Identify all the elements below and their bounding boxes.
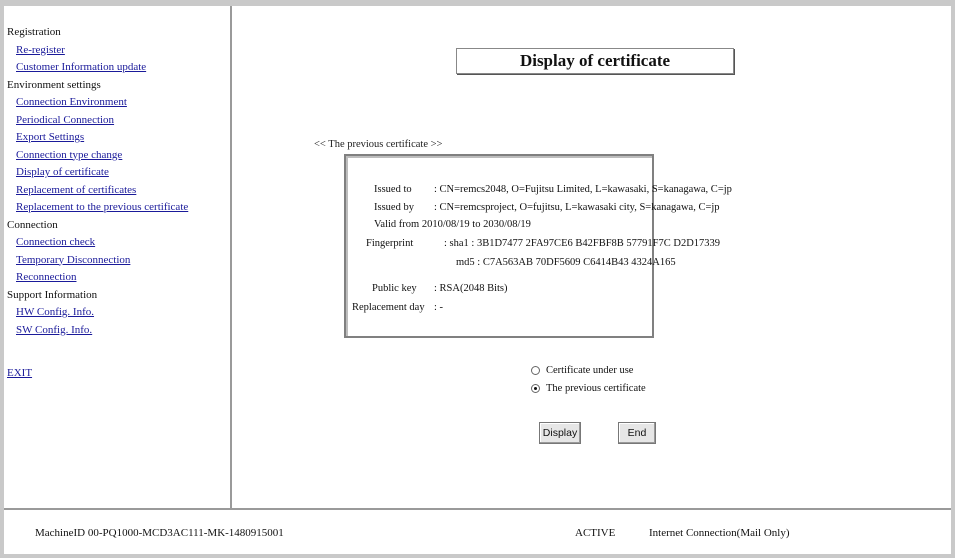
- sidebar-link-temporary-disconnection[interactable]: Temporary Disconnection: [4, 252, 230, 270]
- public-key-value: : RSA(2048 Bits): [434, 283, 508, 294]
- option-certificate-under-use-label: Certificate under use: [546, 365, 634, 376]
- sidebar-link-export-settings[interactable]: Export Settings: [4, 129, 230, 147]
- connection-type: Internet Connection(Mail Only): [649, 527, 790, 539]
- replacement-day-label: Replacement day: [352, 302, 425, 313]
- fingerprint-label: Fingerprint: [366, 238, 414, 249]
- sidebar-link-exit[interactable]: EXIT: [4, 365, 230, 383]
- fingerprint-sha1: : sha1 : 3B1D7477 2FA97CE6 B42FBF8B 5779…: [444, 238, 721, 249]
- issued-by-value: : CN=remcsproject, O=fujitsu, L=kawasaki…: [434, 202, 720, 213]
- issued-to-value: : CN=remcs2048, O=Fujitsu Limited, L=kaw…: [434, 184, 732, 195]
- sidebar-link-display-of-certificate[interactable]: Display of certificate: [4, 164, 230, 182]
- sidebar-link-connection-type-change[interactable]: Connection type change: [4, 147, 230, 165]
- sidebar-link-re-register[interactable]: Re-register: [4, 42, 230, 60]
- option-certificate-under-use[interactable]: Certificate under use: [531, 365, 633, 376]
- sidebar-link-connection-check[interactable]: Connection check: [4, 234, 230, 252]
- sidebar-link-customer-info-update[interactable]: Customer Information update: [4, 59, 230, 77]
- sidebar-section-environment-settings: Environment settings: [7, 78, 101, 91]
- sidebar-link-replacement-previous-certificate[interactable]: Replacement to the previous certificate: [4, 199, 230, 217]
- fingerprint-md5: md5 : C7A563AB 70DF5609 C6414B43 4324A16…: [456, 257, 676, 268]
- issued-to-label: Issued to: [374, 184, 412, 195]
- sidebar-section-support-information: Support Information: [7, 288, 98, 301]
- radio-under-use[interactable]: [531, 366, 540, 375]
- issued-by-label: Issued by: [374, 202, 414, 213]
- end-button[interactable]: End: [618, 422, 656, 444]
- sidebar-link-hw-config-info[interactable]: HW Config. Info.: [4, 304, 230, 322]
- main-panel: Display of certificate << The previous c…: [234, 6, 951, 508]
- replacement-day-value: : -: [434, 302, 444, 313]
- display-button[interactable]: Display: [539, 422, 581, 444]
- option-previous-certificate-label: The previous certificate: [546, 383, 646, 394]
- valid-period: Valid from 2010/08/19 to 2030/08/19: [374, 219, 531, 230]
- previous-certificate-nav: << The previous certificate >>: [314, 139, 443, 150]
- sidebar-section-connection: Connection: [7, 218, 58, 231]
- sidebar-link-periodical-connection[interactable]: Periodical Connection: [4, 112, 230, 130]
- public-key-label: Public key: [372, 283, 417, 294]
- radio-previous-selected[interactable]: [531, 384, 540, 393]
- sidebar-link-connection-environment[interactable]: Connection Environment: [4, 94, 230, 112]
- machine-id: MachineID 00-PQ1000-MCD3AC111-MK-1480915…: [35, 527, 284, 539]
- page-title: Display of certificate: [456, 48, 734, 74]
- sidebar-link-reconnection[interactable]: Reconnection: [4, 269, 230, 287]
- app-window: Registration Re-register Customer Inform…: [4, 6, 951, 554]
- certificate-details-box: Issued to : CN=remcs2048, O=Fujitsu Limi…: [344, 154, 732, 338]
- sidebar-link-sw-config-info[interactable]: SW Config. Info.: [4, 322, 230, 340]
- status-bar: MachineID 00-PQ1000-MCD3AC111-MK-1480915…: [4, 508, 951, 554]
- status-active: ACTIVE: [575, 527, 616, 539]
- sidebar-menu: Registration Re-register Customer Inform…: [4, 6, 232, 508]
- option-previous-certificate[interactable]: The previous certificate: [531, 383, 646, 394]
- sidebar-link-replacement-of-certificates[interactable]: Replacement of certificates: [4, 182, 230, 200]
- sidebar-section-registration: Registration: [7, 26, 61, 38]
